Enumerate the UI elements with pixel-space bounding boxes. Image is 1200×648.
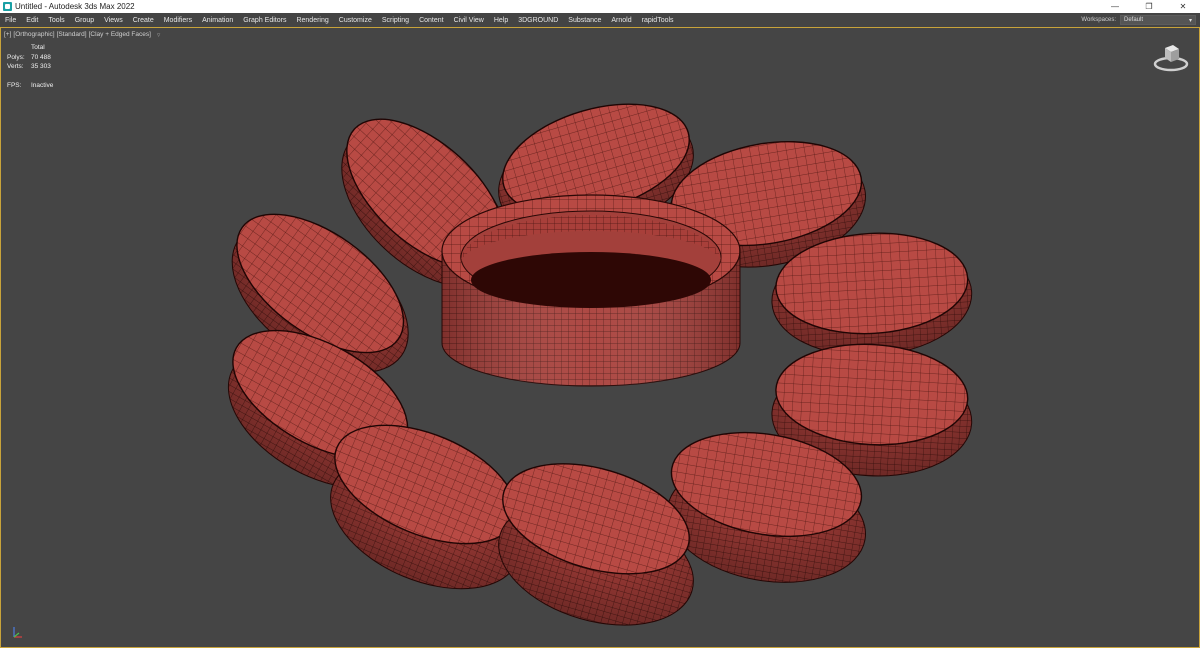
viewport-statistics: Total Polys: 70 488 Verts: 35 303 FPS: Inac…: [7, 43, 53, 91]
fps-value: Inactive: [31, 82, 54, 89]
polys-value: 70 488: [31, 53, 51, 61]
verts-value: 35 303: [31, 63, 51, 70]
filter-icon[interactable]: ▿: [157, 31, 160, 39]
menu-bar: File Edit Tools Group Views Create Modif…: [0, 13, 1200, 27]
workspace-dropdown[interactable]: Default ▾: [1120, 15, 1196, 25]
close-icon[interactable]: ✕: [1166, 0, 1200, 13]
flower-model-render[interactable]: [1, 28, 1199, 647]
workspaces-label: Workspaces:: [1081, 17, 1116, 23]
viewport-perspective[interactable]: [+] [Orthographic] [Standard] [Clay + Ed…: [0, 27, 1200, 648]
menu-3dground[interactable]: 3DGROUND: [513, 17, 563, 24]
viewport-shading-standard[interactable]: [Standard]: [57, 31, 87, 39]
title-bar: Untitled - Autodesk 3ds Max 2022 — ❐ ✕: [0, 0, 1200, 13]
stats-header: Total: [31, 44, 45, 51]
menu-arnold[interactable]: Arnold: [606, 17, 636, 24]
viewcube-icon[interactable]: [1153, 42, 1189, 74]
menu-tools[interactable]: Tools: [43, 17, 69, 24]
menu-edit[interactable]: Edit: [21, 17, 43, 24]
minimize-icon[interactable]: —: [1098, 0, 1132, 13]
workspace-value: Default: [1124, 17, 1144, 23]
window-title: Untitled - Autodesk 3ds Max 2022: [15, 2, 135, 11]
menu-civil-view[interactable]: Civil View: [449, 17, 489, 24]
menu-animation[interactable]: Animation: [197, 17, 238, 24]
menu-content[interactable]: Content: [414, 17, 449, 24]
menu-views[interactable]: Views: [99, 17, 128, 24]
menu-modifiers[interactable]: Modifiers: [159, 17, 197, 24]
workspace-selector: Workspaces: Default ▾: [1081, 15, 1196, 25]
menu-rendering[interactable]: Rendering: [291, 17, 333, 24]
menu-file[interactable]: File: [0, 17, 21, 24]
axis-tripod-icon: [13, 627, 22, 638]
fps-label: FPS:: [7, 82, 22, 89]
menu-group[interactable]: Group: [70, 17, 99, 24]
3dsmax-app-icon: [3, 2, 12, 11]
menu-scripting[interactable]: Scripting: [377, 17, 414, 24]
viewport-menu-plus[interactable]: [+]: [4, 31, 11, 39]
viewport-view-mode[interactable]: [Orthographic]: [13, 31, 54, 39]
menu-create[interactable]: Create: [128, 17, 159, 24]
center-ring: [441, 194, 741, 387]
menu-graph-editors[interactable]: Graph Editors: [238, 17, 291, 24]
verts-label: Verts:: [7, 63, 24, 70]
menu-help[interactable]: Help: [489, 17, 513, 24]
polys-label: Polys:: [7, 53, 25, 61]
chevron-down-icon: ▾: [1188, 17, 1192, 24]
menu-items: File Edit Tools Group Views Create Modif…: [0, 17, 1081, 24]
menu-substance[interactable]: Substance: [563, 17, 606, 24]
viewport-label[interactable]: [+] [Orthographic] [Standard] [Clay + Ed…: [4, 31, 160, 39]
menu-customize[interactable]: Customize: [334, 17, 377, 24]
restore-icon[interactable]: ❐: [1132, 0, 1166, 13]
viewport-display-style[interactable]: [Clay + Edged Faces]: [89, 31, 151, 39]
menu-rapidtools[interactable]: rapidTools: [637, 17, 679, 24]
